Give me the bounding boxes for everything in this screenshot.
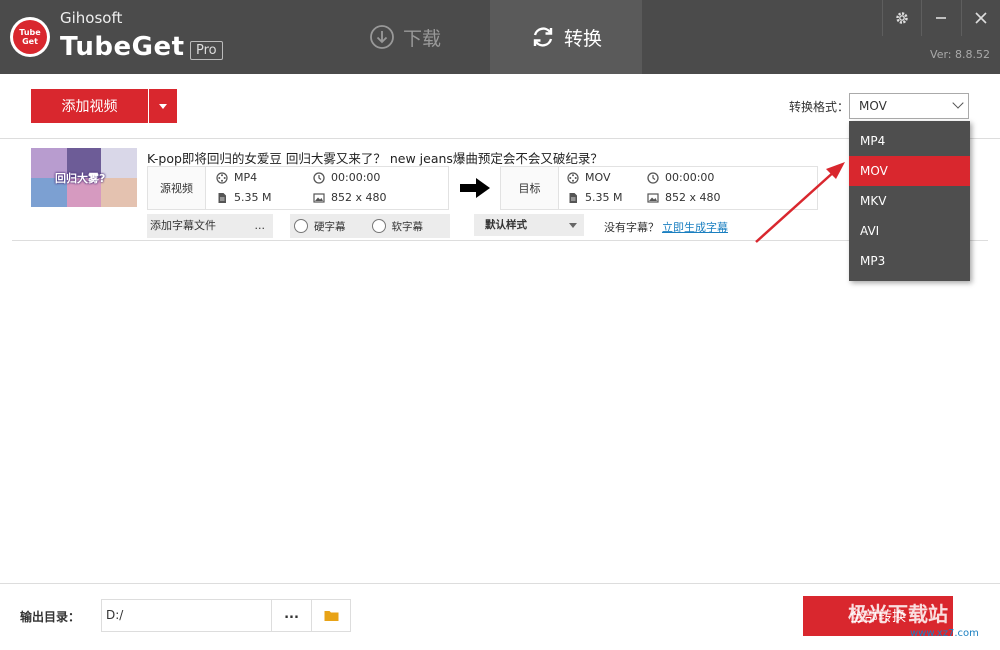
source-info-panel: 源视频 MP4 5.35 M 00:00:00 852 x 480 [147,166,449,210]
format-option-mp3[interactable]: MP3 [849,246,970,276]
browse-output-button[interactable]: ... [271,599,312,632]
thumbnail-caption: 回归大雾? [55,172,106,185]
source-tag: 源视频 [148,167,206,209]
tab-download-label: 下载 [402,27,441,50]
image-icon [647,192,659,203]
soft-subtitle-radio[interactable]: 软字幕 [371,219,424,234]
output-dir-input[interactable]: D:/ [101,599,272,632]
item-divider [12,240,988,241]
chevron-down-icon [952,97,964,109]
radio-circle-icon [294,219,308,233]
arrow-right-icon [460,178,490,198]
source-size: 5.35 M [234,191,272,204]
output-dir-label: 输出目录： [20,610,81,624]
format-option-mp4[interactable]: MP4 [849,126,970,156]
file-icon [218,192,226,203]
soft-subtitle-label: 软字幕 [391,220,424,233]
gear-icon [895,12,908,24]
format-dropdown-list: MP4 MOV MKV AVI MP3 [849,121,970,281]
source-format: MP4 [234,171,258,184]
app-name: TubeGet [60,32,185,62]
source-resolution-row: 852 x 480 [313,191,387,204]
hard-subtitle-radio[interactable]: 硬字幕 [294,219,346,234]
clock-icon [647,171,659,184]
video-title: K-pop即将回归的女爱豆 回归大雾又来了？ new jeans爆曲预定会不会又… [147,151,603,166]
vendor-name: Gihosoft [60,9,123,27]
target-tag: 目标 [501,167,559,209]
format-select[interactable]: MOV [849,93,969,119]
generate-subtitle-link[interactable]: 立即生成字幕 [662,219,728,235]
close-icon [974,12,987,24]
source-size-row: 5.35 M [216,191,271,204]
logo-text-top: Tube [19,28,41,37]
target-size-row: 5.35 M [567,191,622,204]
app-logo-icon: Tube Get [10,17,50,57]
minimize-button[interactable] [921,0,959,36]
target-format: MOV [585,171,611,184]
refresh-icon [533,27,553,47]
subtitle-browse-dots: ... [254,219,266,232]
film-reel-icon [567,171,579,184]
video-thumbnail: 回归大雾? [31,148,137,207]
edition-badge: Pro [190,41,223,60]
open-folder-button[interactable] [311,599,351,632]
source-duration: 00:00:00 [331,171,381,184]
watermark-url: www.xz7.com [910,628,979,639]
download-circle-icon [370,25,394,49]
target-resolution: 852 x 480 [665,191,721,204]
target-info-panel: 目标 MOV 5.35 M 00:00:00 852 x 480 [500,166,818,210]
folder-icon [324,610,338,621]
source-resolution: 852 x 480 [331,191,387,204]
file-icon [569,192,577,203]
target-resolution-row: 852 x 480 [647,191,721,204]
target-duration-row: 00:00:00 [647,171,714,184]
format-option-mov[interactable]: MOV [849,156,970,186]
image-icon [313,192,325,203]
format-select-value: MOV [859,99,887,113]
add-video-button[interactable]: 添加视频 [31,89,148,123]
target-size: 5.35 M [585,191,623,204]
version-label: Ver: 8.8.52 [930,48,990,61]
settings-button[interactable] [882,0,920,36]
close-button[interactable] [961,0,999,36]
film-reel-icon [216,171,228,184]
watermark-text: 极光下载站 [848,602,948,626]
caret-down-icon [159,103,167,109]
target-format-row: MOV [567,171,610,184]
logo-text-bottom: Get [22,37,38,46]
format-option-mkv[interactable]: MKV [849,186,970,216]
add-video-dropdown-button[interactable] [149,89,177,123]
radio-circle-icon [371,219,386,233]
source-format-row: MP4 [216,171,257,184]
format-label: 转换格式： [789,100,850,114]
minimize-icon [935,17,946,19]
subtitle-style-select[interactable]: 默认样式 [474,214,584,236]
tab-convert-label: 转换 [563,27,602,50]
caret-down-icon [569,223,577,228]
target-duration: 00:00:00 [665,171,715,184]
source-duration-row: 00:00:00 [313,171,380,184]
title-bar: Tube Get Gihosoft TubeGet Pro 下载 转换 Ver:… [0,0,1000,74]
add-subtitle-file-button[interactable]: 添加字幕文件 ... [147,214,273,238]
add-subtitle-file-label: 添加字幕文件 [150,219,216,232]
subtitle-type-group: 硬字幕 软字幕 [290,214,450,238]
clock-icon [313,171,325,184]
tab-convert[interactable]: 转换 [490,0,642,74]
tab-download[interactable]: 下载 [330,0,480,74]
no-subtitle-text: 没有字幕？ [604,221,659,234]
hard-subtitle-label: 硬字幕 [314,220,346,233]
format-option-avi[interactable]: AVI [849,216,970,246]
subtitle-style-value: 默认样式 [485,219,527,231]
